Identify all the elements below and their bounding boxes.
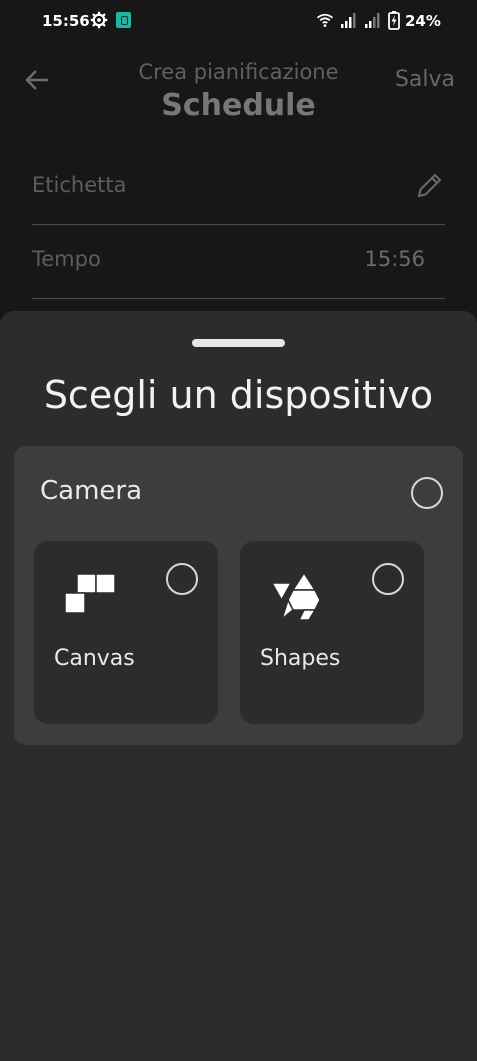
device-picker-sheet: Scegli un dispositivo Camera Canvas Shap… [0, 311, 477, 1061]
device-label: Canvas [54, 646, 135, 671]
sheet-drag-handle[interactable] [192, 339, 285, 347]
battery-charging-icon [388, 11, 400, 30]
save-button[interactable]: Salva [395, 67, 455, 92]
battery-percentage: 24% [405, 12, 441, 30]
pencil-icon[interactable] [413, 170, 445, 202]
time-field-value: 15:56 [364, 247, 425, 271]
shapes-triangles-icon [271, 573, 321, 621]
device-label: Shapes [260, 646, 341, 671]
time-field-label: Tempo [32, 247, 101, 271]
time-field[interactable]: Tempo 15:56 [32, 224, 445, 299]
status-time: 15:56 [42, 12, 90, 30]
label-field-label: Etichetta [32, 173, 127, 197]
label-field[interactable]: Etichetta [32, 150, 445, 225]
device-group-camera[interactable]: Camera Canvas Shapes [14, 446, 463, 745]
signal-icon [341, 13, 356, 28]
canvas-radio-button[interactable] [166, 563, 198, 595]
group-radio-button[interactable] [411, 477, 443, 509]
shapes-radio-button[interactable] [372, 563, 404, 595]
wifi-icon [316, 13, 334, 27]
device-card-shapes[interactable]: Shapes [240, 541, 424, 724]
page-title: Schedule [161, 88, 316, 123]
settings-gear-icon [90, 11, 108, 29]
signal-icon [365, 13, 380, 28]
canvas-tiles-icon [65, 573, 116, 614]
group-label: Camera [40, 476, 143, 506]
device-card-canvas[interactable]: Canvas [34, 541, 218, 724]
sheet-title: Scegli un dispositivo [43, 373, 434, 417]
app-notification-icon [116, 12, 131, 28]
status-bar: 15:56 24% [0, 0, 477, 44]
